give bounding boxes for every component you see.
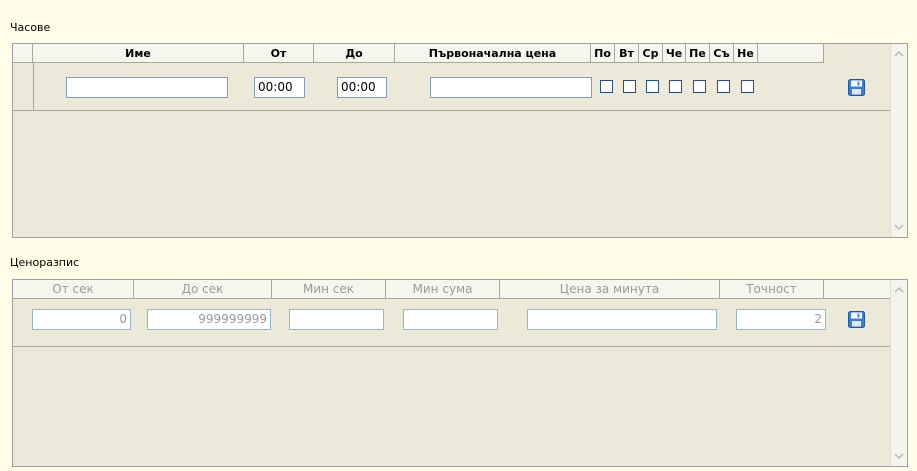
col-header-mon[interactable]: По: [591, 44, 615, 63]
hours-section-title: Часове: [10, 21, 51, 34]
price-per-minute-input[interactable]: [527, 309, 717, 330]
min-sum-input[interactable]: [403, 309, 498, 330]
col-header-sat[interactable]: Съ: [710, 44, 734, 63]
pricelist-header-row: От сек До сек Мин сек Мин сума Цена за м…: [13, 280, 891, 300]
row-divider: [13, 346, 891, 347]
name-input[interactable]: [66, 77, 228, 98]
col-header-tue[interactable]: Вт: [615, 44, 639, 63]
col-header-from[interactable]: От: [244, 44, 314, 63]
checkbox-fri[interactable]: [693, 80, 706, 93]
col-header-price-per-minute[interactable]: Цена за минута: [500, 280, 720, 299]
checkbox-sat[interactable]: [717, 80, 730, 93]
hours-header-row: Име От До Първоначална цена По Вт Ср Че …: [13, 44, 891, 64]
save-icon[interactable]: [848, 311, 865, 328]
checkbox-mon[interactable]: [600, 80, 613, 93]
col-header-thu[interactable]: Че: [663, 44, 686, 63]
col-header-name[interactable]: Име: [33, 44, 244, 63]
row-indicator-header: [13, 44, 33, 63]
col-header-precision[interactable]: Точност: [720, 280, 824, 299]
from-sec-input[interactable]: 0: [32, 309, 131, 330]
col-header-to[interactable]: До: [314, 44, 395, 63]
pricelist-scrollbar[interactable]: [890, 280, 907, 466]
to-time-input[interactable]: 00:00: [337, 77, 387, 98]
hours-scrollbar[interactable]: [890, 44, 907, 237]
checkbox-sun[interactable]: [741, 80, 754, 93]
col-header-to-sec[interactable]: До сек: [134, 280, 272, 299]
checkbox-thu[interactable]: [669, 80, 682, 93]
arrow-up-icon[interactable]: [894, 49, 904, 59]
checkbox-tue[interactable]: [623, 80, 636, 93]
arrow-up-icon[interactable]: [894, 285, 904, 295]
row-indicator[interactable]: [13, 63, 34, 111]
col-header-actions: [758, 44, 824, 63]
col-header-fri[interactable]: Пе: [686, 44, 710, 63]
hours-grid: Име От До Първоначална цена По Вт Ср Че …: [12, 43, 908, 238]
col-header-actions: [824, 280, 891, 299]
col-header-wed[interactable]: Ср: [639, 44, 663, 63]
initial-price-input[interactable]: [430, 77, 592, 98]
arrow-down-icon[interactable]: [894, 222, 904, 232]
col-header-min-sum[interactable]: Мин сума: [386, 280, 500, 299]
min-sec-input[interactable]: [289, 309, 384, 330]
col-header-sun[interactable]: Не: [734, 44, 758, 63]
checkbox-wed[interactable]: [646, 80, 659, 93]
pricelist-grid: От сек До сек Мин сек Мин сума Цена за м…: [12, 279, 908, 467]
precision-input[interactable]: 2: [736, 309, 826, 330]
pricelist-section-title: Ценоразпис: [10, 256, 80, 269]
col-header-from-sec[interactable]: От сек: [13, 280, 134, 299]
arrow-down-icon[interactable]: [894, 451, 904, 461]
col-header-initial-price[interactable]: Първоначална цена: [395, 44, 591, 63]
save-icon[interactable]: [848, 79, 865, 96]
row-divider: [13, 110, 891, 111]
to-sec-input[interactable]: 999999999: [147, 309, 271, 330]
col-header-min-sec[interactable]: Мин сек: [272, 280, 386, 299]
from-time-input[interactable]: 00:00: [254, 77, 305, 98]
